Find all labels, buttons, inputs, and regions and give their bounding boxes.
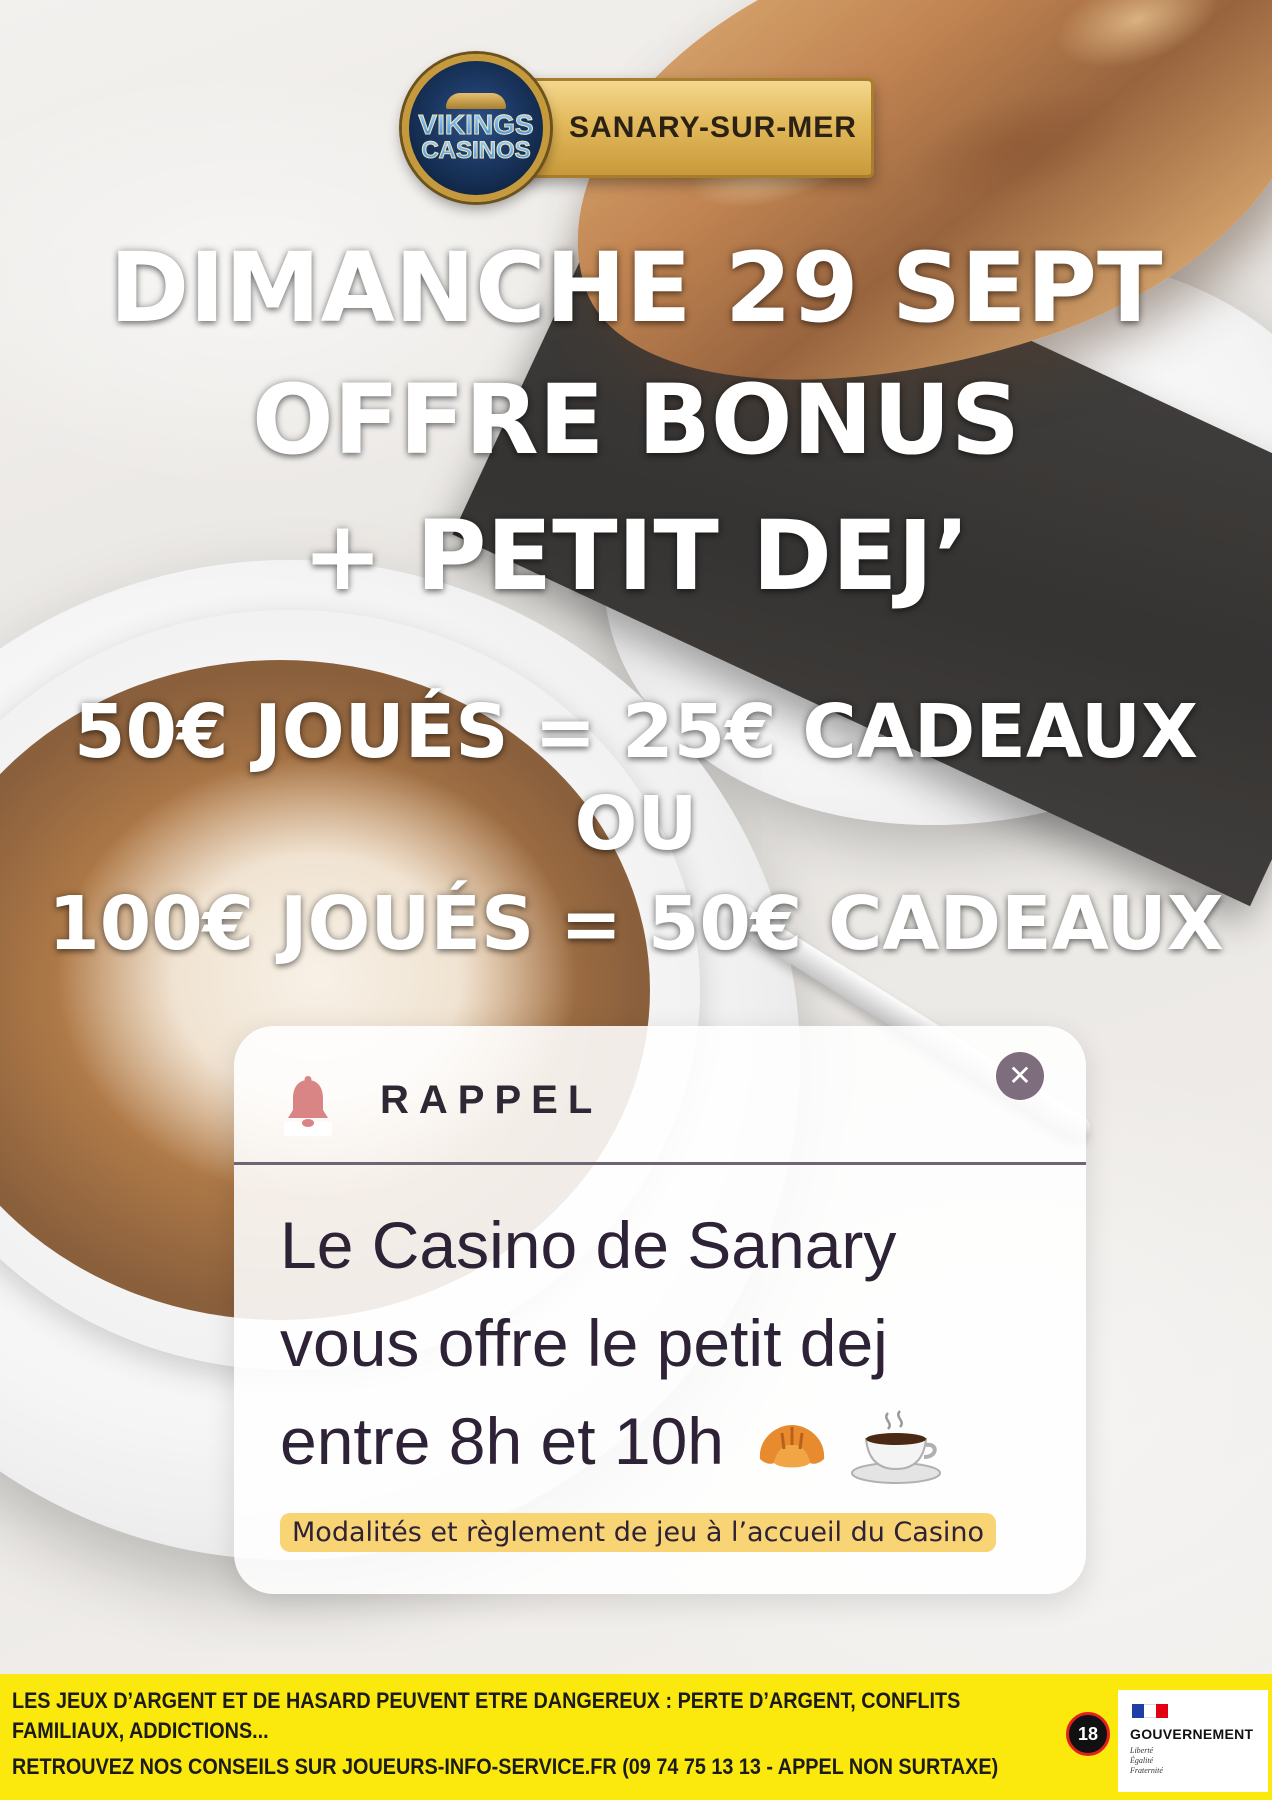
viking-helmet-icon [446,93,506,109]
gov-motto-3: Fraternité [1130,1766,1163,1775]
close-icon: ✕ [1008,1059,1032,1092]
reminder-title: RAPPEL [380,1078,603,1122]
offer-line-2: 100€ JOUÉS = 50€ CADEAUX [48,881,1224,967]
message-line-3: entre 8h et 10h [280,1404,725,1478]
card-divider [234,1162,1086,1165]
warning-line-3: RETROUVEZ NOS CONSEILS SUR JOUEURS-INFO-… [12,1754,999,1779]
french-flag-icon [1132,1704,1168,1718]
gov-motto: Liberté Égalité Fraternité [1130,1746,1190,1776]
offer-line-1: 50€ JOUÉS = 25€ CADEAUX [73,689,1199,775]
coffee-icon [851,1409,942,1484]
logo-badge: VIKINGS CASINOS [402,54,550,202]
gov-motto-2: Égalité [1130,1756,1154,1765]
message-line-3-wrap: entre 8h et 10h [280,1392,1060,1490]
message-line-2: vous offre le petit dej [280,1306,888,1380]
vikings-casinos-logo: SANARY-SUR-MER VIKINGS CASINOS [402,54,882,202]
gambling-warning: LES JEUX D’ARGENT ET DE HASARD PEUVENT E… [12,1686,1029,1782]
terms-note: Modalités et règlement de jeu à l’accuei… [280,1513,997,1552]
headline-breakfast: + PETIT DEJ’ [302,500,970,612]
government-logo: GOUVERNEMENT Liberté Égalité Fraternité [1118,1690,1268,1792]
warning-line-1: LES JEUX D’ARGENT ET DE HASARD PEUVENT E… [12,1688,961,1713]
logo-brand-line2: CASINOS [421,137,531,164]
gov-motto-1: Liberté [1130,1746,1154,1755]
logo-location: SANARY-SUR-MER [569,111,857,144]
reminder-card: RAPPEL ✕ Le Casino de Sanary vous offre … [234,1026,1086,1594]
gov-label: GOUVERNEMENT [1130,1726,1254,1742]
message-line-1: Le Casino de Sanary [280,1208,897,1282]
headline-offer: OFFRE BONUS [252,364,1020,476]
emoji-row [754,1407,944,1487]
headline-date: DIMANCHE 29 SEPT [109,232,1163,344]
bell-icon [284,1076,332,1136]
warning-line-2: FAMILIAUX, ADDICTIONS... [12,1718,269,1743]
age-18-icon: 18 [1066,1712,1110,1756]
offer-line-or: OU [574,781,698,867]
age-badge-text: 18 [1077,1723,1099,1744]
close-button[interactable]: ✕ [996,1052,1044,1100]
logo-banner: SANARY-SUR-MER [512,78,874,178]
reminder-message: Le Casino de Sanary vous offre le petit … [280,1196,1060,1490]
croissant-icon [759,1424,825,1468]
logo-brand-line1: VIKINGS [418,109,534,140]
